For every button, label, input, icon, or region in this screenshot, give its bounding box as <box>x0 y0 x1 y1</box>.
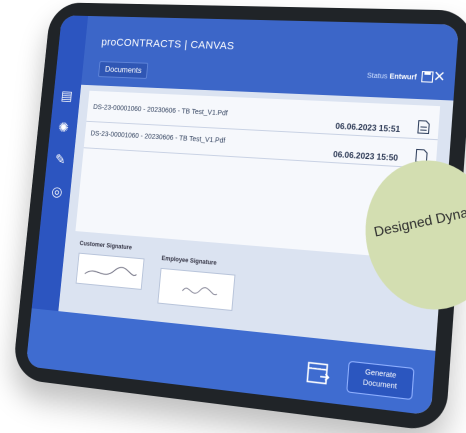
customer-signature-label: Customer Signature <box>79 241 132 251</box>
sidebar-item-products[interactable]: ◎ <box>47 183 68 200</box>
badge-text: Designed Dynamic <box>372 200 466 240</box>
sidebar-item-documents[interactable]: ▤ <box>56 88 77 104</box>
employee-signature-label: Employee Signature <box>161 256 217 267</box>
generate-document-button[interactable]: Generate Document <box>346 361 414 400</box>
sidebar-item-settings[interactable]: ✺ <box>53 119 74 135</box>
sidebar-item-sign[interactable]: ✎ <box>50 151 71 167</box>
signature-scribble <box>77 254 144 289</box>
status-value: Entwurf <box>389 73 417 81</box>
document-date: 06.06.2023 15:50 <box>333 150 399 163</box>
close-icon[interactable]: × <box>433 67 454 86</box>
documents-icon: ▤ <box>56 88 77 104</box>
document-name: DS-23-00001060 - 20230606 - TB Test_V1.P… <box>90 131 225 145</box>
customer-signature-field[interactable] <box>76 253 145 290</box>
top-bar: proCONTRACTS | CANVAS Documents Status E… <box>55 15 459 100</box>
settings-icon: ✺ <box>53 119 74 135</box>
documents-tab[interactable]: Documents <box>98 61 149 79</box>
save-icon[interactable] <box>421 71 435 84</box>
products-icon: ◎ <box>47 183 68 200</box>
employee-signature-field[interactable] <box>157 268 235 311</box>
file-icon[interactable] <box>417 120 431 135</box>
app-title: proCONTRACTS | CANVAS <box>101 37 235 52</box>
signature-scribble <box>158 269 234 310</box>
sign-icon: ✎ <box>50 151 71 167</box>
document-name: DS-23-00001060 - 20230606 - TB Test_V1.P… <box>93 104 228 117</box>
generate-icon[interactable] <box>305 360 334 386</box>
document-date: 06.06.2023 15:51 <box>335 122 400 134</box>
status-label: Status <box>367 73 388 81</box>
